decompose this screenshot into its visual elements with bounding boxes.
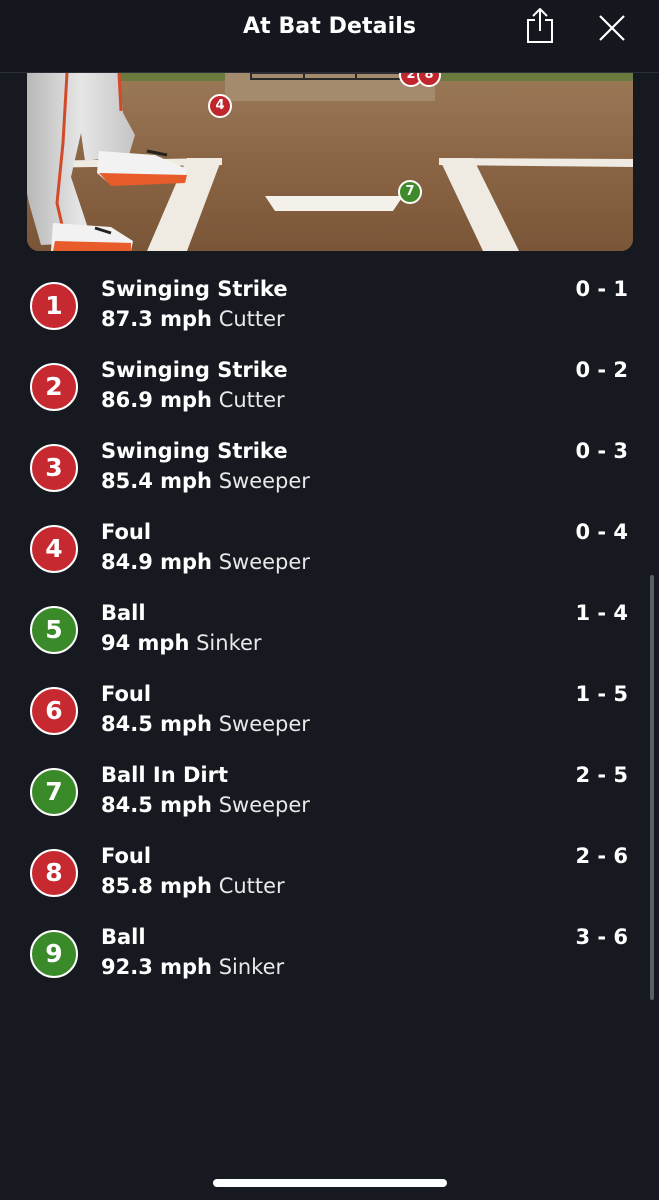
pitch-type: Cutter (218, 388, 285, 412)
pitch-count: 0 - 4 (575, 520, 628, 544)
pitch-speed: 85.4 mph (101, 469, 212, 493)
pitch-detail: 85.4 mph Sweeper (101, 469, 310, 493)
pitch-speed: 84.5 mph (101, 712, 212, 736)
pitch-detail: 94 mph Sinker (101, 631, 262, 655)
pitch-result: Foul (101, 520, 152, 544)
pitch-count: 1 - 4 (575, 601, 628, 625)
pitch-detail: 84.5 mph Sweeper (101, 793, 310, 817)
pitch-result: Ball (101, 601, 146, 625)
pitch-type: Sweeper (218, 550, 310, 574)
pitch-number-badge: 3 (30, 444, 78, 492)
at-bat-details-screen: At Bat Details 2 8 4 7 1 Swinging Strike… (0, 0, 659, 1200)
pitch-row[interactable]: 8 Foul 85.8 mph Cutter 2 - 6 (0, 839, 659, 920)
pitch-row[interactable]: 9 Ball 92.3 mph Sinker 3 - 6 (0, 920, 659, 1001)
pitch-marker[interactable]: 4 (208, 94, 232, 118)
pitch-count: 3 - 6 (575, 925, 628, 949)
share-icon (527, 8, 553, 43)
pitch-marker[interactable]: 7 (398, 180, 422, 204)
pitch-speed: 86.9 mph (101, 388, 212, 412)
pitch-row[interactable]: 7 Ball In Dirt 84.5 mph Sweeper 2 - 5 (0, 758, 659, 839)
pitch-speed: 84.9 mph (101, 550, 212, 574)
header-bar: At Bat Details (0, 0, 659, 73)
pitch-row[interactable]: 1 Swinging Strike 87.3 mph Cutter 0 - 1 (0, 272, 659, 353)
page-title: At Bat Details (242, 14, 417, 39)
pitch-number-badge: 7 (30, 768, 78, 816)
pitch-number-badge: 4 (30, 525, 78, 573)
pitch-number-badge: 2 (30, 363, 78, 411)
pitch-speed: 94 mph (101, 631, 190, 655)
pitch-result: Foul (101, 682, 152, 706)
strike-zone-view: 2 8 4 7 (27, 73, 633, 251)
close-button[interactable] (594, 10, 630, 46)
pitch-count: 2 - 5 (575, 763, 628, 787)
pitch-list: 1 Swinging Strike 87.3 mph Cutter 0 - 1 2 Swi… (0, 272, 659, 1001)
pitch-row[interactable]: 4 Foul 84.9 mph Sweeper 0 - 4 (0, 515, 659, 596)
pitch-detail: 84.9 mph Sweeper (101, 550, 310, 574)
pitch-result: Swinging Strike (101, 358, 288, 382)
pitch-row[interactable]: 3 Swinging Strike 85.4 mph Sweeper 0 - 3 (0, 434, 659, 515)
pitch-count: 0 - 1 (575, 277, 628, 301)
pitch-detail: 86.9 mph Cutter (101, 388, 285, 412)
pitch-result: Foul (101, 844, 152, 868)
pitch-result: Ball (101, 925, 146, 949)
pitch-speed: 85.8 mph (101, 874, 212, 898)
pitch-type: Sinker (196, 631, 262, 655)
pitch-count: 2 - 6 (575, 844, 628, 868)
pitch-detail: 92.3 mph Sinker (101, 955, 284, 979)
pitch-result: Swinging Strike (101, 277, 288, 301)
pitch-number-badge: 9 (30, 930, 78, 978)
pitch-type: Sinker (218, 955, 285, 979)
share-button[interactable] (522, 6, 558, 46)
pitch-row[interactable]: 5 Ball 94 mph Sinker 1 - 4 (0, 596, 659, 677)
pitch-number-badge: 5 (30, 606, 78, 654)
pitch-type: Cutter (218, 307, 285, 331)
pitch-row[interactable]: 6 Foul 84.5 mph Sweeper 1 - 5 (0, 677, 659, 758)
pitch-detail: 84.5 mph Sweeper (101, 712, 310, 736)
pitch-number-badge: 1 (30, 282, 78, 330)
pitch-speed: 84.5 mph (101, 793, 212, 817)
home-plate-scene (27, 73, 633, 251)
pitch-detail: 85.8 mph Cutter (101, 874, 285, 898)
pitch-type: Sweeper (218, 712, 310, 736)
pitch-result: Swinging Strike (101, 439, 288, 463)
pitch-result: Ball In Dirt (101, 763, 228, 787)
pitch-number-badge: 6 (30, 687, 78, 735)
pitch-type: Sweeper (218, 793, 310, 817)
pitch-detail: 87.3 mph Cutter (101, 307, 285, 331)
pitch-count: 0 - 2 (575, 358, 628, 382)
pitch-number-badge: 8 (30, 849, 78, 897)
pitch-type: Cutter (218, 874, 285, 898)
pitch-row[interactable]: 2 Swinging Strike 86.9 mph Cutter 0 - 2 (0, 353, 659, 434)
close-icon (599, 15, 625, 41)
pitch-type: Sweeper (218, 469, 310, 493)
pitch-count: 1 - 5 (575, 682, 628, 706)
pitch-speed: 92.3 mph (101, 955, 212, 979)
home-indicator[interactable] (213, 1179, 447, 1187)
scrollbar[interactable] (650, 575, 654, 1000)
pitch-speed: 87.3 mph (101, 307, 212, 331)
pitch-count: 0 - 3 (575, 439, 628, 463)
